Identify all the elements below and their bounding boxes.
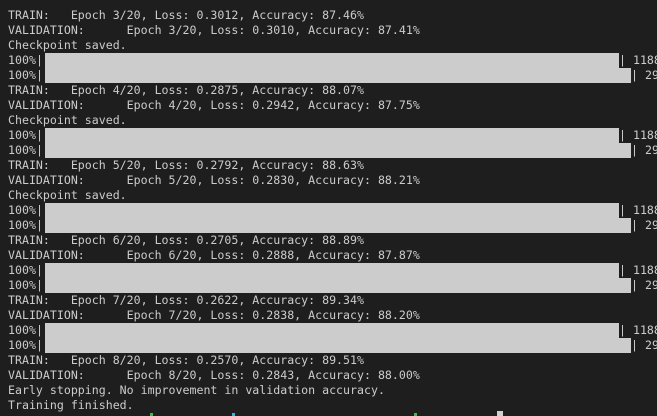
progress-count-value: 1188 — [632, 323, 657, 337]
progress-fill — [45, 53, 619, 68]
progress-fill — [45, 143, 631, 158]
terminal-line: VALIDATION: Epoch 6/20, Loss: 0.2888, Ac… — [8, 248, 420, 262]
terminal-output[interactable]: TRAIN: Epoch 3/20, Loss: 0.3012, Accurac… — [0, 0, 657, 416]
progress-left-delimiter: | — [36, 218, 43, 232]
progress-count: | 1188 — [619, 323, 657, 338]
progress-percent: 100% — [8, 218, 36, 232]
progress-count: | 1188 — [619, 203, 657, 218]
terminal-line: TRAIN: Epoch 4/20, Loss: 0.2875, Accurac… — [8, 83, 364, 97]
cursor-icon — [497, 411, 503, 416]
progress-left-delimiter: | — [36, 263, 43, 277]
progress-fill — [45, 278, 631, 293]
terminal-line: TRAIN: Epoch 5/20, Loss: 0.2792, Accurac… — [8, 158, 364, 172]
progress-percent: 100% — [8, 68, 36, 82]
progress-count-value: 1188 — [632, 128, 657, 142]
progress-count-value: 1188 — [632, 263, 657, 277]
train-progress-bar: 100% | 1188 | — [8, 53, 657, 68]
progress-count: | 29 — [631, 68, 657, 82]
train-progress-bar: 100% | 1188 | — [8, 263, 657, 278]
terminal-line: TRAIN: Epoch 3/20, Loss: 0.3012, Accurac… — [8, 8, 364, 22]
progress-fill — [45, 203, 619, 218]
progress-left-delimiter: | — [36, 68, 43, 82]
progress-count-value: 29 — [644, 143, 657, 157]
progress-count-value: 29 — [644, 218, 657, 232]
progress-count: | 1188 — [619, 53, 657, 68]
terminal-line: VALIDATION: Epoch 7/20, Loss: 0.2838, Ac… — [8, 308, 420, 322]
progress-fill — [45, 68, 631, 83]
progress-fill — [45, 218, 631, 233]
progress-percent: 100% — [8, 338, 36, 352]
terminal-line: TRAIN: Epoch 8/20, Loss: 0.2570, Accurac… — [8, 353, 364, 367]
terminal-line: Checkpoint saved. — [8, 38, 127, 52]
validation-progress-bar: 100% | 29 | — [8, 278, 657, 293]
progress-fill — [45, 263, 619, 278]
validation-progress-bar: 100% | 29 | — [8, 338, 657, 353]
terminal-line: Checkpoint saved. — [8, 188, 127, 202]
progress-count: | 29 — [631, 338, 657, 352]
train-progress-bar: 100% | 1188 | — [8, 128, 657, 143]
progress-left-delimiter: | — [36, 128, 43, 142]
progress-percent: 100% — [8, 263, 36, 277]
progress-count: | 1188 — [619, 263, 657, 278]
progress-left-delimiter: | — [36, 53, 43, 67]
progress-count-value: 1188 — [632, 53, 657, 67]
progress-left-delimiter: | — [36, 203, 43, 217]
terminal-prompt-line — [0, 410, 657, 416]
progress-fill — [45, 338, 631, 353]
terminal-line: Checkpoint saved. — [8, 113, 127, 127]
progress-percent: 100% — [8, 53, 36, 67]
progress-count: | 1188 — [619, 128, 657, 143]
progress-count-value: 29 — [644, 68, 657, 82]
progress-percent: 100% — [8, 323, 36, 337]
progress-percent: 100% — [8, 128, 36, 142]
progress-percent: 100% — [8, 203, 36, 217]
progress-count-value: 1188 — [632, 203, 657, 217]
progress-count-value: 29 — [644, 338, 657, 352]
terminal-line: VALIDATION: Epoch 4/20, Loss: 0.2942, Ac… — [8, 98, 420, 112]
progress-count-value: 29 — [644, 278, 657, 292]
progress-percent: 100% — [8, 143, 36, 157]
progress-fill — [45, 323, 619, 338]
progress-fill — [45, 128, 619, 143]
terminal-line: TRAIN: Epoch 7/20, Loss: 0.2622, Accurac… — [8, 293, 364, 307]
train-progress-bar: 100% | 1188 | — [8, 203, 657, 218]
terminal-line: VALIDATION: Epoch 3/20, Loss: 0.3010, Ac… — [8, 23, 420, 37]
progress-left-delimiter: | — [36, 338, 43, 352]
terminal-line: VALIDATION: Epoch 8/20, Loss: 0.2843, Ac… — [8, 368, 420, 382]
train-progress-bar: 100% | 1188 | — [8, 323, 657, 338]
progress-count: | 29 — [631, 278, 657, 292]
terminal-line: VALIDATION: Epoch 5/20, Loss: 0.2830, Ac… — [8, 173, 420, 187]
terminal-line: TRAIN: Epoch 6/20, Loss: 0.2705, Accurac… — [8, 233, 364, 247]
terminal-line: Early stopping. No improvement in valida… — [8, 383, 385, 397]
progress-percent: 100% — [8, 278, 36, 292]
progress-count: | 29 — [631, 218, 657, 232]
progress-left-delimiter: | — [36, 323, 43, 337]
validation-progress-bar: 100% | 29 | — [8, 68, 657, 83]
validation-progress-bar: 100% | 29 | — [8, 143, 657, 158]
validation-progress-bar: 100% | 29 | — [8, 218, 657, 233]
progress-left-delimiter: | — [36, 278, 43, 292]
progress-count: | 29 — [631, 143, 657, 157]
progress-left-delimiter: | — [36, 143, 43, 157]
